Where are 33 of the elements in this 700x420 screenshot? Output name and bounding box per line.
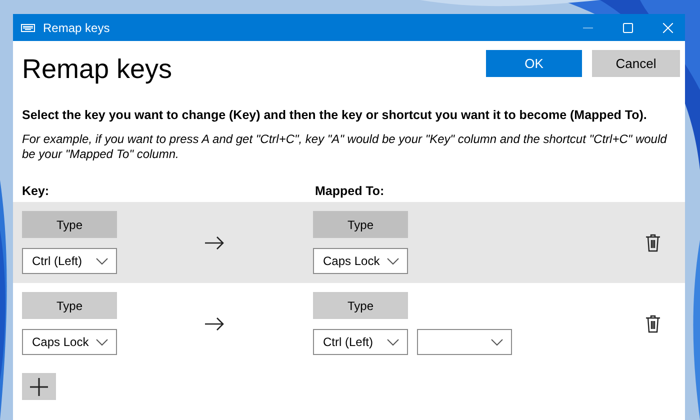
instruction-text: Select the key you want to change (Key) and then the key or shortcut you want it to become (Mapped To). xyxy=(22,108,648,122)
mapped-dropdown[interactable]: Ctrl (Left) xyxy=(313,329,408,355)
column-header: Key: xyxy=(22,184,50,200)
chevron-down-icon xyxy=(387,338,399,346)
example-text: For example, if you want to press A and get "Ctrl+C", key "A" would be your "Key" column and the shortcut "Ctrl+C" would be your "Mapped To" column. xyxy=(22,132,668,162)
page-heading: Remap keys xyxy=(22,54,172,85)
type-button[interactable]: Type xyxy=(22,292,117,319)
add-button[interactable] xyxy=(22,373,56,400)
cancel-button[interactable]: Cancel xyxy=(592,50,680,77)
close-icon[interactable] xyxy=(663,22,673,32)
arrow-icon xyxy=(205,316,225,330)
mapping-row[interactable]: Type Caps Lock Type Ctrl (Left) xyxy=(13,283,685,364)
type-button[interactable]: Type xyxy=(22,211,117,238)
maximize-icon[interactable] xyxy=(623,22,633,32)
plus-icon xyxy=(30,378,48,396)
ok-button[interactable]: OK xyxy=(486,50,582,77)
arrow-icon xyxy=(205,236,225,250)
key-dropdown[interactable]: Ctrl (Left) xyxy=(22,248,117,274)
keyboard-icon xyxy=(21,24,35,32)
type-button[interactable]: Type xyxy=(313,292,408,319)
empty-dropdown[interactable] xyxy=(417,329,512,355)
mapping-row[interactable]: Type Ctrl (Left) Type Caps Lock xyxy=(13,202,685,283)
delete-icon[interactable] xyxy=(646,234,660,252)
window-title: Remap keys xyxy=(43,20,110,34)
chevron-down-icon xyxy=(96,258,108,264)
delete-icon[interactable] xyxy=(646,314,660,332)
column-header: Mapped To: xyxy=(315,184,384,200)
chevron-down-icon xyxy=(491,338,503,346)
key-dropdown[interactable]: Caps Lock xyxy=(22,329,117,355)
chevron-down-icon xyxy=(96,338,108,346)
chevron-down-icon xyxy=(387,258,399,264)
type-button[interactable]: Type xyxy=(313,211,408,238)
mapped-dropdown[interactable]: Caps Lock xyxy=(313,248,408,274)
